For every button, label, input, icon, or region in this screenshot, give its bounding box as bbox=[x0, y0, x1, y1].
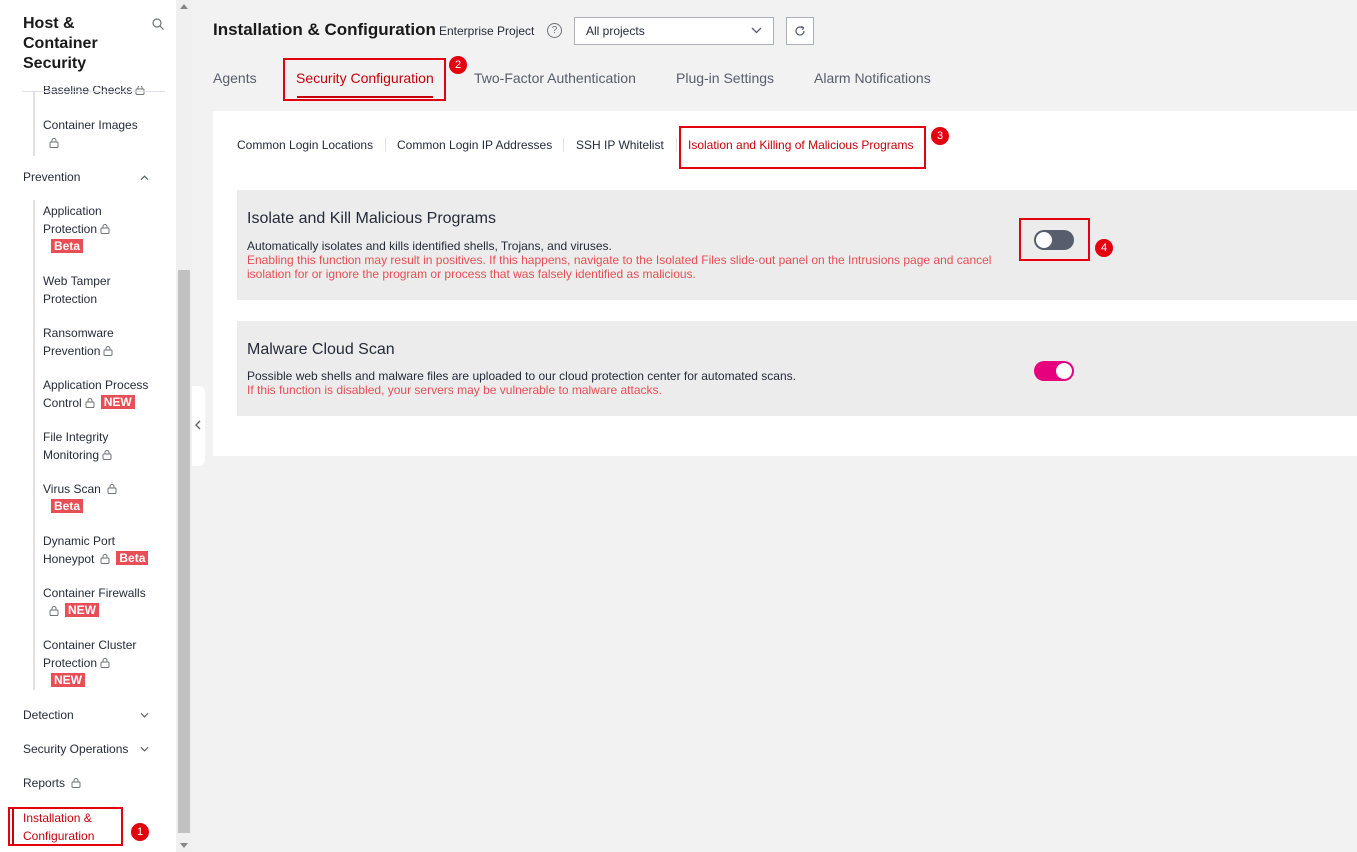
refresh-button[interactable] bbox=[786, 17, 814, 45]
chevron-down-icon bbox=[751, 27, 762, 34]
annotation-marker-4: 4 bbox=[1095, 239, 1113, 257]
sidebar-item-application-protection[interactable]: Application Protection Beta bbox=[43, 202, 163, 256]
isolate-kill-panel: Isolate and Kill Malicious Programs Auto… bbox=[237, 190, 1357, 300]
subtab-separator bbox=[676, 138, 677, 152]
lock-icon bbox=[71, 775, 81, 788]
sidebar-scrollbar[interactable] bbox=[176, 0, 192, 852]
sidebar-item-application-process-control[interactable]: Application Process Control NEW bbox=[43, 376, 168, 412]
tab-plug-in-settings[interactable]: Plug-in Settings bbox=[676, 70, 774, 86]
toggle-knob bbox=[1036, 232, 1052, 248]
lock-icon bbox=[100, 221, 110, 234]
lock-icon bbox=[49, 603, 59, 616]
panel-description: Automatically isolates and kills identif… bbox=[247, 239, 612, 253]
scroll-up-arrow-icon[interactable] bbox=[180, 4, 188, 9]
lock-icon bbox=[100, 655, 110, 668]
lock-icon bbox=[103, 343, 113, 356]
sidebar-title: Host & Container Security bbox=[23, 15, 98, 72]
chevron-down-icon[interactable] bbox=[140, 745, 149, 754]
sidebar-item-reports[interactable]: Reports bbox=[23, 774, 81, 792]
tree-line bbox=[33, 92, 35, 156]
sidebar-item-ransomware-prevention[interactable]: Ransomware Prevention bbox=[43, 324, 163, 360]
enterprise-project-select[interactable]: All projects bbox=[574, 17, 774, 45]
sidebar-group-security-operations[interactable]: Security Operations bbox=[23, 740, 128, 758]
sidebar-divider bbox=[22, 91, 165, 92]
beta-badge: Beta bbox=[116, 551, 149, 565]
subtab-ssh-ip-whitelist[interactable]: SSH IP Whitelist bbox=[576, 138, 664, 152]
subtab-separator bbox=[563, 138, 564, 152]
sidebar: Baseline Checks Host & Container Securit… bbox=[0, 0, 176, 852]
sidebar-header: Host & Container Security bbox=[0, 0, 176, 86]
lock-icon bbox=[107, 481, 117, 494]
panel-title: Malware Cloud Scan bbox=[247, 341, 395, 358]
sidebar-collapse-handle[interactable] bbox=[192, 386, 205, 466]
sidebar-item-container-cluster-protection[interactable]: Container Cluster Protection NEW bbox=[43, 636, 163, 690]
active-tab-indicator bbox=[297, 96, 433, 98]
sidebar-item-web-tamper-protection[interactable]: Web Tamper Protection bbox=[43, 272, 163, 308]
tab-security-configuration[interactable]: Security Configuration bbox=[296, 70, 434, 86]
panel-description: Possible web shells and malware files ar… bbox=[247, 369, 796, 383]
enterprise-project-label: Enterprise Project bbox=[439, 24, 535, 38]
tab-agents[interactable]: Agents bbox=[213, 70, 257, 86]
panel-warning: Enabling this function may result in pos… bbox=[247, 253, 992, 281]
annotation-marker-2: 2 bbox=[449, 56, 467, 74]
sidebar-item-file-integrity-monitoring[interactable]: File Integrity Monitoring bbox=[43, 428, 163, 464]
annotation-marker-1: 1 bbox=[131, 823, 149, 841]
sidebar-item-dynamic-port-honeypot[interactable]: Dynamic Port Honeypot Beta bbox=[43, 532, 168, 568]
subtab-separator bbox=[385, 138, 386, 152]
sidebar-item-virus-scan[interactable]: Virus Scan Beta bbox=[43, 480, 163, 516]
lock-icon bbox=[102, 447, 112, 460]
sidebar-item-container-images[interactable]: Container Images bbox=[43, 116, 163, 152]
toggle-knob bbox=[1056, 363, 1072, 379]
isolate-kill-toggle[interactable] bbox=[1034, 230, 1074, 250]
chevron-left-icon bbox=[195, 420, 201, 430]
refresh-icon bbox=[795, 25, 805, 36]
help-icon[interactable]: ? bbox=[547, 23, 562, 38]
sidebar-group-prevention[interactable]: Prevention bbox=[23, 168, 80, 186]
panel-title: Isolate and Kill Malicious Programs bbox=[247, 210, 496, 227]
chevron-down-icon[interactable] bbox=[140, 711, 149, 720]
chevron-up-icon[interactable] bbox=[140, 173, 149, 182]
tab-alarm-notifications[interactable]: Alarm Notifications bbox=[814, 70, 931, 86]
lock-icon bbox=[85, 395, 95, 408]
subtab-isolation-and-killing[interactable]: Isolation and Killing of Malicious Progr… bbox=[688, 138, 913, 152]
tree-line bbox=[33, 200, 35, 690]
lock-icon bbox=[49, 135, 59, 148]
subtab-common-login-ip-addresses[interactable]: Common Login IP Addresses bbox=[397, 138, 552, 152]
tab-two-factor-authentication[interactable]: Two-Factor Authentication bbox=[474, 70, 636, 86]
search-icon[interactable] bbox=[152, 18, 164, 30]
lock-icon bbox=[100, 551, 110, 564]
panel-warning: If this function is disabled, your serve… bbox=[247, 383, 662, 397]
malware-cloud-scan-toggle[interactable] bbox=[1034, 361, 1074, 381]
annotation-marker-3: 3 bbox=[931, 127, 949, 145]
beta-badge: Beta bbox=[51, 499, 84, 513]
sidebar-item-installation-configuration[interactable]: Installation & Configuration bbox=[12, 809, 120, 845]
scrollbar-thumb[interactable] bbox=[178, 270, 190, 833]
new-badge: NEW bbox=[100, 395, 135, 409]
new-badge: NEW bbox=[51, 673, 85, 687]
sidebar-group-detection[interactable]: Detection bbox=[23, 706, 74, 724]
malware-cloud-scan-panel: Malware Cloud Scan Possible web shells a… bbox=[237, 321, 1357, 416]
new-badge: NEW bbox=[65, 603, 99, 617]
beta-badge: Beta bbox=[51, 239, 84, 253]
page-title: Installation & Configuration bbox=[213, 20, 436, 39]
sidebar-item-container-firewalls[interactable]: Container Firewalls NEW bbox=[43, 584, 171, 620]
subtab-common-login-locations[interactable]: Common Login Locations bbox=[237, 138, 373, 152]
scroll-down-arrow-icon[interactable] bbox=[180, 843, 188, 848]
